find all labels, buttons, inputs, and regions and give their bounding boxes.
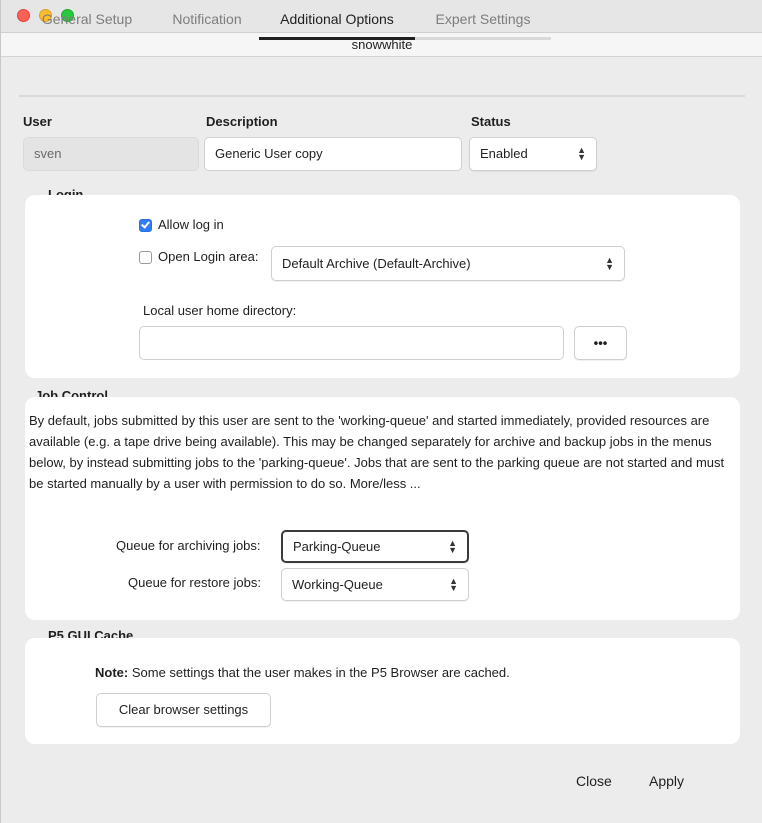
login-area-select[interactable]: Default Archive (Default-Archive) ▲ ▼: [271, 246, 625, 281]
allow-login-label: Allow log in: [158, 217, 224, 232]
user-label: User: [23, 114, 52, 129]
more-dots-icon: •••: [593, 335, 608, 351]
note-bold: Note:: [95, 665, 129, 680]
select-arrows-icon: ▲ ▼: [605, 254, 614, 272]
description-label: Description: [206, 114, 278, 129]
archiving-queue-value: Parking-Queue: [293, 539, 381, 554]
user-field: sven: [23, 137, 199, 171]
apply-button[interactable]: Apply: [649, 773, 684, 789]
archiving-queue-select[interactable]: Parking-Queue ▲ ▼: [281, 530, 469, 563]
tab-general-setup[interactable]: General Setup: [21, 0, 153, 40]
allow-login-checkbox[interactable]: [139, 219, 152, 232]
restore-queue-label: Queue for restore jobs:: [128, 575, 261, 590]
browse-button[interactable]: •••: [574, 326, 627, 360]
gui-cache-note: Note: Some settings that the user makes …: [95, 665, 510, 680]
note-text: Some settings that the user makes in the…: [131, 665, 510, 680]
select-arrows-icon: ▲ ▼: [449, 575, 458, 593]
select-arrows-icon: ▲ ▼: [577, 145, 586, 162]
more-less-link[interactable]: More/less ...: [350, 476, 421, 491]
tab-notification[interactable]: Notification: [161, 0, 253, 40]
job-control-description: By default, jobs submitted by this user …: [29, 410, 739, 494]
status-select-value: Enabled: [480, 146, 528, 161]
tab-expert-settings[interactable]: Expert Settings: [415, 0, 551, 40]
status-select[interactable]: Enabled ▲ ▼: [469, 137, 597, 171]
home-dir-field[interactable]: [139, 326, 564, 360]
restore-queue-value: Working-Queue: [292, 577, 383, 592]
open-login-area-checkbox[interactable]: [139, 251, 152, 264]
dialog-window: snowwhite General Setup Notification Add…: [0, 0, 762, 823]
gui-cache-panel: [25, 638, 740, 744]
status-label: Status: [471, 114, 511, 129]
restore-queue-select[interactable]: Working-Queue ▲ ▼: [281, 568, 469, 601]
description-field[interactable]: Generic User copy: [204, 137, 462, 171]
checkmark-icon: [141, 219, 150, 229]
close-button[interactable]: Close: [576, 773, 612, 789]
archiving-queue-label: Queue for archiving jobs:: [116, 538, 261, 553]
home-dir-label: Local user home directory:: [143, 303, 297, 318]
open-login-area-label: Open Login area:: [158, 249, 259, 264]
login-area-select-value: Default Archive (Default-Archive): [282, 256, 471, 271]
select-arrows-icon: ▲ ▼: [448, 537, 457, 555]
clear-browser-settings-button[interactable]: Clear browser settings: [96, 693, 271, 727]
tab-bar-divider: [19, 95, 745, 97]
tab-additional-options[interactable]: Additional Options: [259, 0, 415, 40]
